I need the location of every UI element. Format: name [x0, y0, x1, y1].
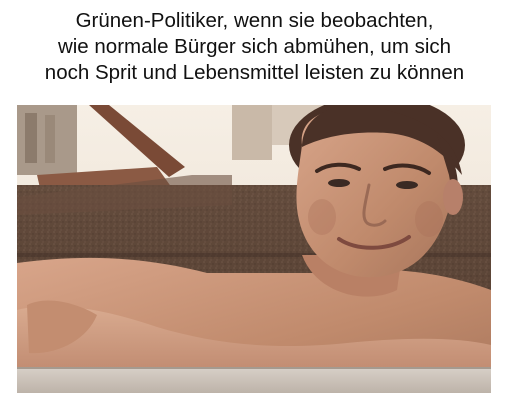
caption-line-2: wie normale Bürger sich abmühen, um sich	[57, 35, 452, 58]
meme-photo	[17, 105, 491, 393]
photo-illustration	[17, 105, 491, 393]
caption-line-1: Grünen-Politiker, wenn sie beobachten,	[75, 9, 434, 32]
caption-line-3: noch Sprit und Lebensmittel leisten zu k…	[44, 61, 465, 84]
meme-caption: Grünen-Politiker, wenn sie beobachten, w…	[0, 8, 509, 86]
meme-image: Grünen-Politiker, wenn sie beobachten, w…	[0, 0, 509, 406]
